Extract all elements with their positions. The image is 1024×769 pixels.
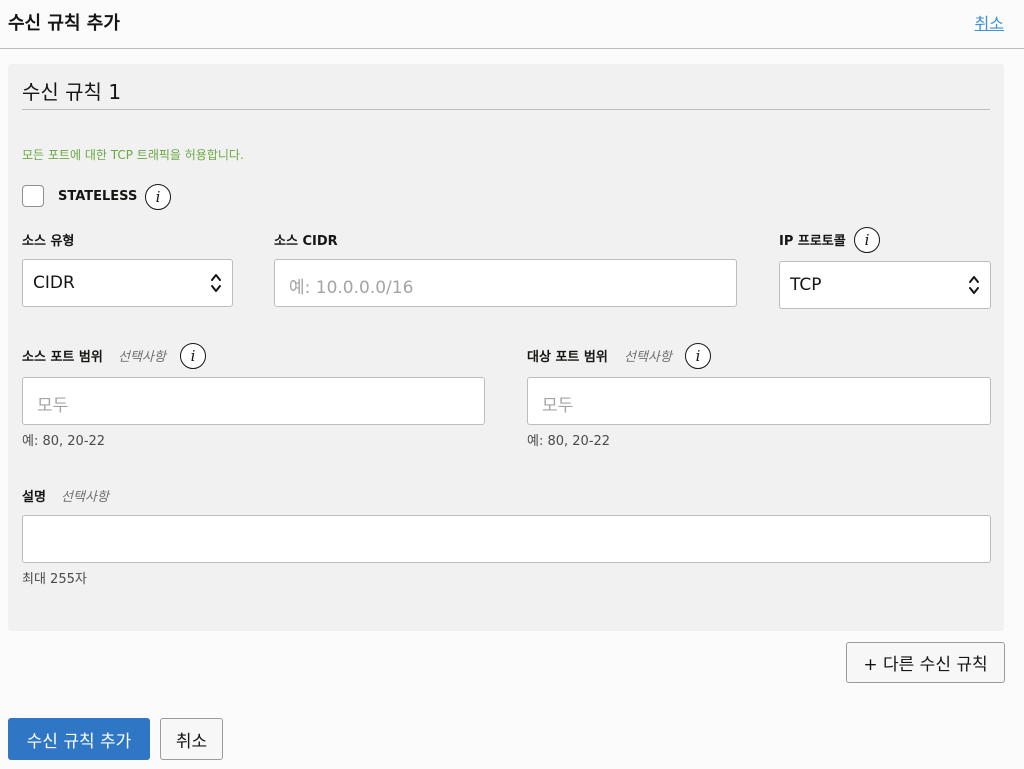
ip-protocol-select[interactable]: TCP <box>779 261 991 309</box>
title-divider <box>22 109 990 110</box>
source-type-select[interactable]: CIDR <box>22 259 233 307</box>
source-port-input[interactable]: 모두 <box>22 377 485 425</box>
ip-protocol-label: IP 프로토콜 <box>779 234 846 249</box>
source-type-label: 소스 유형 <box>22 234 75 249</box>
ingress-rule-panel: 수신 규칙 1 모든 포트에 대한 TCP 트래픽을 허용합니다. STATEL… <box>8 64 1004 631</box>
source-cidr-input[interactable]: 예: 10.0.0.0/16 <box>274 259 737 307</box>
dest-port-placeholder: 모두 <box>542 396 574 416</box>
stateless-checkbox[interactable] <box>22 185 44 207</box>
source-type-value: CIDR <box>33 273 75 293</box>
dest-port-info-icon[interactable]: i <box>685 343 711 369</box>
ip-protocol-value: TCP <box>790 275 822 295</box>
cancel-button[interactable]: 취소 <box>160 718 223 760</box>
chevron-up-down-icon <box>969 276 979 294</box>
dest-port-input[interactable]: 모두 <box>527 377 991 425</box>
source-port-info-icon[interactable]: i <box>180 343 206 369</box>
dest-port-optional: 선택사항 <box>624 350 672 365</box>
source-port-placeholder: 모두 <box>37 396 69 416</box>
description-help: 최대 255자 <box>22 572 87 587</box>
dialog-title: 수신 규칙 추가 <box>8 13 120 34</box>
description-input[interactable] <box>22 515 991 563</box>
description-label: 설명 <box>22 490 46 505</box>
dialog-header: 수신 규칙 추가 취소 <box>0 0 1024 49</box>
source-cidr-placeholder: 예: 10.0.0.0/16 <box>289 278 414 298</box>
dest-port-help: 예: 80, 20-22 <box>527 434 611 449</box>
dest-port-label: 대상 포트 범위 <box>527 350 608 365</box>
header-cancel-link[interactable]: 취소 <box>975 10 1004 34</box>
source-port-help: 예: 80, 20-22 <box>22 434 106 449</box>
tcp-notice: 모든 포트에 대한 TCP 트래픽을 허용합니다. <box>22 148 244 162</box>
source-port-label: 소스 포트 범위 <box>22 350 103 365</box>
ip-protocol-info-icon[interactable]: i <box>854 227 880 253</box>
chevron-up-down-icon <box>211 274 221 292</box>
stateless-info-icon[interactable]: i <box>145 184 171 210</box>
add-ingress-rule-button[interactable]: 수신 규칙 추가 <box>8 718 150 760</box>
rule-title: 수신 규칙 1 <box>22 80 122 104</box>
add-another-rule-button[interactable]: + 다른 수신 규칙 <box>846 642 1005 683</box>
source-port-optional: 선택사항 <box>118 350 166 365</box>
source-cidr-label: 소스 CIDR <box>274 234 338 249</box>
description-optional: 선택사항 <box>61 490 109 505</box>
stateless-label: STATELESS <box>58 189 138 204</box>
